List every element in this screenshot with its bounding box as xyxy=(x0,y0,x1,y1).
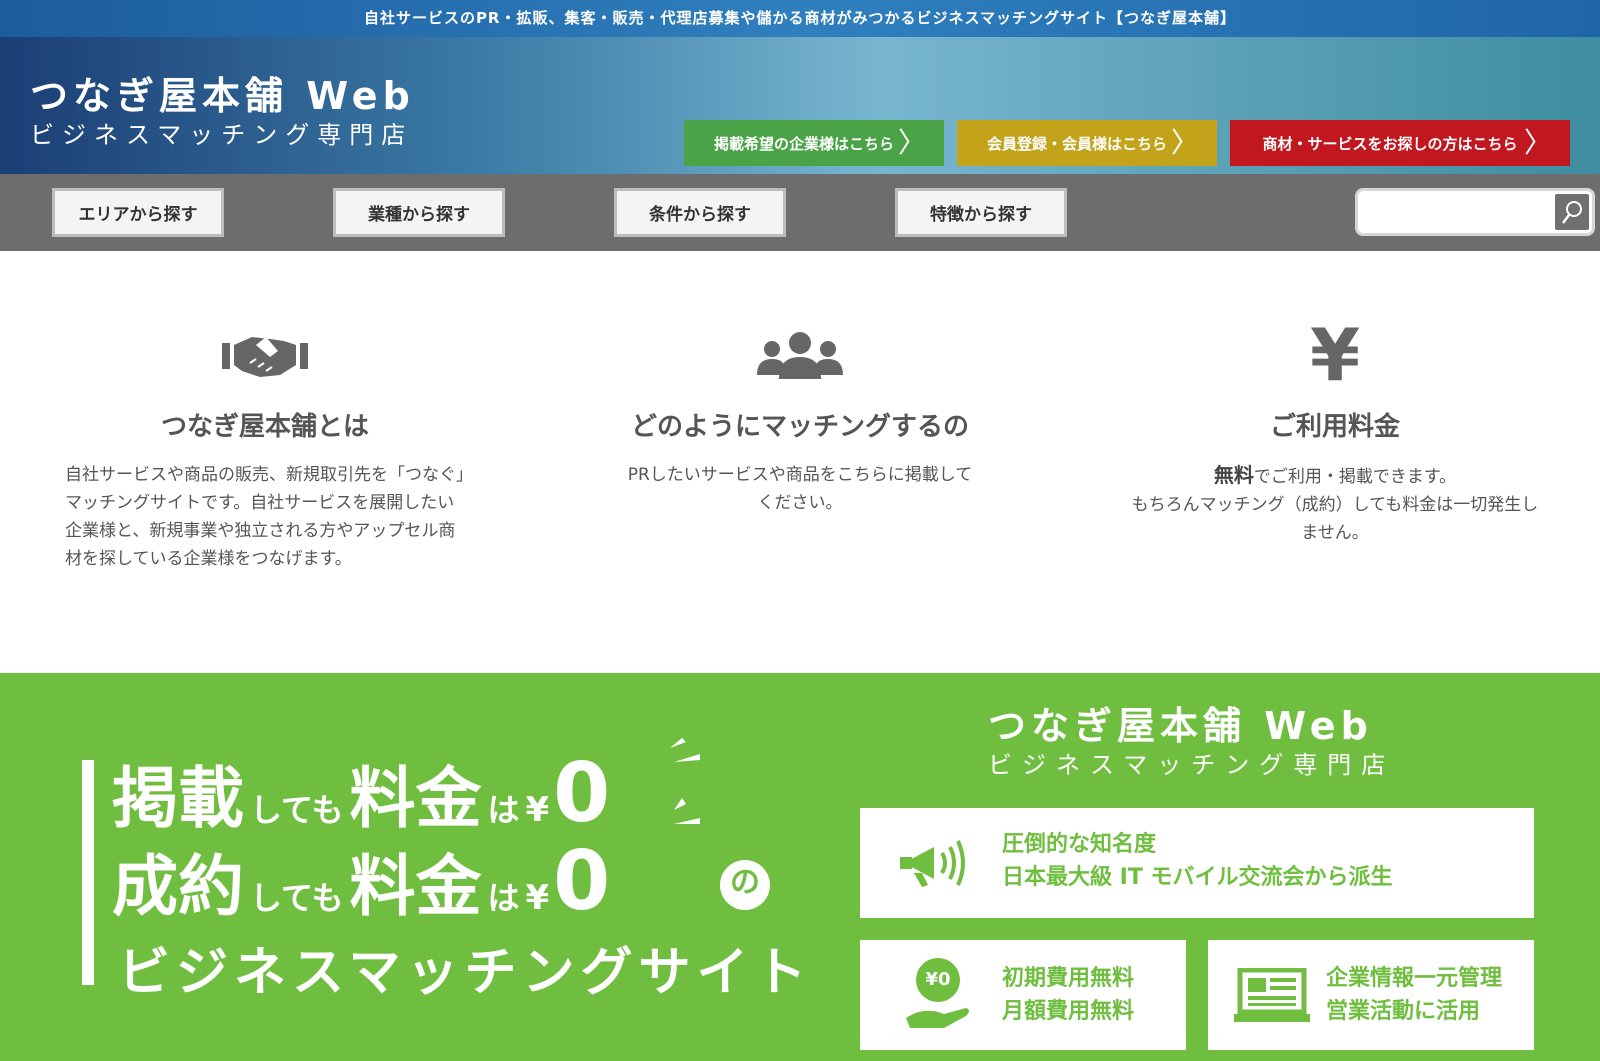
chevron-right-icon: 〉 xyxy=(1170,126,1199,159)
site-logo[interactable]: つなぎ屋本舗 Web xyxy=(30,65,415,120)
card-text: 企業情報一元管理 営業活動に活用 xyxy=(1326,962,1502,1028)
card-line1: 企業情報一元管理 xyxy=(1326,966,1503,991)
promo-logo-subtitle: ビジネスマッチング専門店 xyxy=(988,751,1396,779)
promo-yen: ¥ xyxy=(525,878,550,918)
member-register-label: 会員登録・会員様はこちら xyxy=(986,134,1167,153)
feature-title: ご利用料金 xyxy=(1269,412,1400,442)
search-input[interactable] xyxy=(1362,195,1554,231)
promo-word: は xyxy=(487,791,520,829)
feature-how-matching: どのようにマッチングするの PRしたいサービスや商品をこちらに掲載してください。 xyxy=(590,320,1010,517)
promo-word: しても xyxy=(250,879,344,917)
chevron-right-icon: 〉 xyxy=(897,126,926,159)
promo-word: 料金 xyxy=(349,760,482,837)
search-button[interactable] xyxy=(1555,194,1589,230)
yen-coin: ¥0 xyxy=(916,958,960,1002)
card-line2: 営業活動に活用 xyxy=(1326,999,1481,1024)
find-service-button[interactable]: 商材・サービスをお探しの方はこちら 〉 xyxy=(1230,120,1570,166)
promo-line-contract: 成約 しても料金は ¥0 xyxy=(112,833,610,929)
listing-request-button[interactable]: 掲載希望の企業様はこちら 〉 xyxy=(684,120,944,166)
promo-card-free: ¥0 初期費用無料 月額費用無料 xyxy=(860,940,1186,1050)
nav-bar: エリアから探す 業種から探す 条件から探す 特徴から探す xyxy=(0,174,1600,251)
nav-industry-button[interactable]: 業種から探す xyxy=(333,188,505,237)
promo-zero: 0 xyxy=(553,834,611,929)
promo-line-listing: 掲載 しても料金は ¥0 xyxy=(112,745,610,841)
card-line1: 圧倒的な知名度 xyxy=(1002,832,1157,857)
member-register-button[interactable]: 会員登録・会員様はこちら 〉 xyxy=(957,120,1217,166)
promo-word: 掲載 xyxy=(112,760,244,837)
card-text: 圧倒的な知名度 日本最大級 IT モバイル交流会から派生 xyxy=(1002,828,1393,894)
promo-subtitle: ビジネスマッチングサイト xyxy=(118,943,813,1003)
site-logo-subtitle: ビジネスマッチング専門店 xyxy=(30,121,414,149)
free-highlight: 無料 xyxy=(1213,463,1254,487)
feature-description: 自社サービスや商品の販売、新規取引先を「つなぐ」マッチングサイトです。自社サービ… xyxy=(65,465,465,569)
laptop-icon xyxy=(1234,968,1310,1022)
nav-feature-button[interactable]: 特徴から探す xyxy=(895,188,1067,237)
promo-accent-bar xyxy=(82,760,94,985)
card-text: 初期費用無料 月額費用無料 xyxy=(1002,962,1134,1028)
promo-word: 成約 xyxy=(112,848,244,925)
yen-icon: ¥ xyxy=(1309,313,1361,397)
card-line1: 初期費用無料 xyxy=(1002,966,1135,991)
hand-icon xyxy=(906,1008,969,1028)
chevron-right-icon: 〉 xyxy=(1523,126,1552,159)
feature-pricing: ¥ ご利用料金 無料でご利用・掲載できます。 もちろんマッチング（成約）しても料… xyxy=(1125,313,1545,547)
promo-word: は xyxy=(487,879,520,917)
find-service-label: 商材・サービスをお探しの方はこちら xyxy=(1262,134,1518,153)
card-line2: 月額費用無料 xyxy=(1002,999,1135,1024)
promo-logo: つなぎ屋本舗 Web xyxy=(988,704,1373,748)
promo-no-badge: の xyxy=(720,860,770,910)
nav-area-button[interactable]: エリアから探す xyxy=(52,188,224,237)
card-line2: 日本最大級 IT モバイル交流会から派生 xyxy=(1002,865,1393,890)
nav-condition-button[interactable]: 条件から探す xyxy=(614,188,786,237)
feature-title: どのようにマッチングするの xyxy=(630,412,969,442)
top-banner: 自社サービスのPR・拡販、集客・販売・代理店募集や儲かる商材がみつかるビジネスマ… xyxy=(0,0,1600,37)
promo-card-management: 企業情報一元管理 営業活動に活用 xyxy=(1208,940,1534,1050)
yen-coin-hand-icon: ¥0 xyxy=(904,958,974,1038)
feature-about: つなぎ屋本舗とは 自社サービスや商品の販売、新規取引先を「つなぐ」マッチングサイ… xyxy=(55,320,475,573)
promo-word: 料金 xyxy=(349,848,482,925)
feature-description: 無料でご利用・掲載できます。 もちろんマッチング（成約）しても料金は一切発生しま… xyxy=(1125,461,1545,547)
promo-word: しても xyxy=(250,791,344,829)
promo-zero: 0 xyxy=(553,746,611,841)
group-icon xyxy=(757,332,843,379)
search-icon xyxy=(1562,201,1582,224)
promo-card-awareness: 圧倒的な知名度 日本最大級 IT モバイル交流会から派生 xyxy=(860,808,1534,918)
search-box xyxy=(1355,188,1595,236)
feature-description: PRしたいサービスや商品をこちらに掲載してください。 xyxy=(627,465,973,513)
listing-request-label: 掲載希望の企業様はこちら xyxy=(713,134,894,153)
site-header: つなぎ屋本舗 Web ビジネスマッチング専門店 掲載希望の企業様はこちら 〉 会… xyxy=(0,37,1600,174)
sparkle-icon xyxy=(670,738,700,824)
handshake-icon xyxy=(222,337,308,377)
pricing-line2: もちろんマッチング（成約）しても料金は一切発生しません。 xyxy=(1131,495,1539,543)
feature-title: つなぎ屋本舗とは xyxy=(160,412,369,442)
pricing-line1: でご利用・掲載できます。 xyxy=(1253,467,1457,487)
megaphone-icon xyxy=(900,840,965,887)
promo-yen: ¥ xyxy=(525,790,550,830)
